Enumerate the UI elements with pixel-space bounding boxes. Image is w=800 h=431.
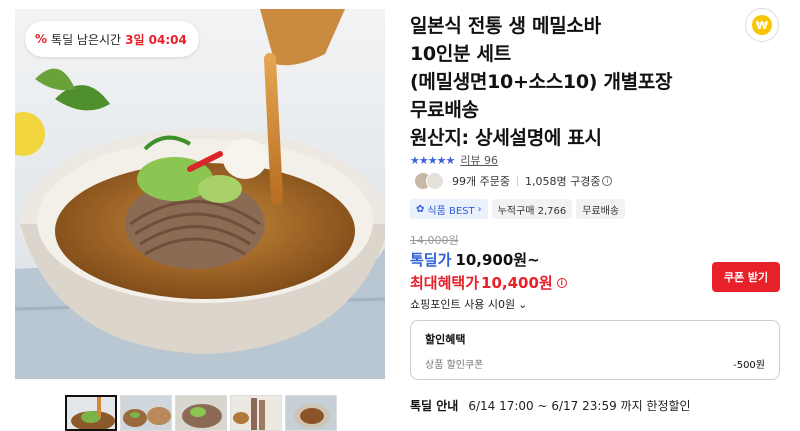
gear-icon: ✿: [416, 203, 425, 215]
coin-icon: ₩: [752, 15, 772, 35]
deal-timer-label: 톡딜 남은시간: [51, 32, 122, 47]
max-benefit-price: 최대혜택가 10,400원 i: [410, 272, 567, 293]
deal-info-value: 6/14 17:00 ~ 6/17 23:59 까지 한정할인: [468, 399, 691, 413]
thumbnail-1[interactable]: [65, 395, 117, 431]
tag-label: 식품 BEST: [427, 205, 475, 217]
viewer-count: 1,058명 구경중: [524, 175, 601, 188]
stats-row: 99개 주문중 1,058명 구경중 i: [414, 172, 613, 190]
chevron-right-icon: ›: [477, 203, 482, 215]
avatar: [426, 172, 444, 190]
point-coin-button[interactable]: ₩: [745, 8, 779, 42]
buyer-avatars: [414, 172, 444, 190]
tag-food-best[interactable]: ✿ 식품 BEST ›: [410, 199, 488, 219]
title-line: 원산지: 상세설명에 표시: [410, 127, 602, 149]
tags-row: ✿ 식품 BEST › 누적구매 2,766 무료배송: [410, 199, 626, 219]
shopping-point-toggle[interactable]: 쇼핑포인트 사용 시0원 ⌄: [410, 296, 527, 312]
soba-bowl-illustration: [15, 9, 385, 379]
thumbnail-3[interactable]: [175, 395, 227, 431]
shopping-point-label: 쇼핑포인트 사용 시0원: [410, 298, 516, 311]
product-title: 일본식 전통 생 메밀소바 10인분 세트 (메밀생면10+소스10) 개별포장…: [410, 12, 740, 152]
tag-cumulative-purchases: 누적구매 2,766: [491, 199, 573, 219]
title-line: 무료배송: [410, 99, 479, 121]
title-line: (메밀생면10+소스10) 개별포장: [410, 71, 673, 93]
title-line: 일본식 전통 생 메밀소바: [410, 15, 601, 37]
order-count: 99개 주문중: [452, 175, 510, 188]
title-line: 10인분 세트: [410, 43, 511, 65]
star-icon: ★★★★★: [410, 153, 455, 167]
max-benefit-label: 최대혜택가: [410, 274, 480, 292]
percent-icon: %: [35, 32, 48, 46]
thumbnail-5[interactable]: [285, 395, 337, 431]
info-icon[interactable]: i: [602, 176, 613, 186]
discount-row-label: 상품 할인쿠폰: [425, 360, 484, 371]
thumbnail-2[interactable]: [120, 395, 172, 431]
discount-row: 상품 할인쿠폰 -500원: [425, 356, 765, 371]
deal-price-value: 10,900원~: [455, 251, 540, 269]
info-icon[interactable]: i: [556, 277, 567, 288]
deal-price-label: 톡딜가: [410, 251, 452, 269]
thumbnail-strip: [65, 395, 337, 431]
discount-benefit-box: 할인혜택 상품 할인쿠폰 -500원: [410, 320, 780, 380]
review-link[interactable]: 리뷰 96: [460, 152, 498, 168]
get-coupon-button[interactable]: 쿠폰 받기: [712, 262, 780, 292]
main-product-image: % 톡딜 남은시간 3일 04:04: [15, 9, 385, 379]
rating-row: ★★★★★ 리뷰 96: [410, 152, 498, 168]
max-benefit-value: 10,400원: [481, 274, 553, 292]
deal-timer-value: 3일 04:04: [125, 32, 187, 47]
discount-row-value: -500원: [733, 360, 765, 371]
discount-header: 할인혜택: [425, 333, 466, 346]
deal-info-label: 톡딜 안내: [410, 399, 459, 413]
deal-price: 톡딜가 10,900원~: [410, 249, 540, 270]
tag-label: 누적구매 2,766: [497, 205, 567, 217]
deal-info: 톡딜 안내 6/14 17:00 ~ 6/17 23:59 까지 한정할인: [410, 397, 691, 414]
original-price: 14,000원: [410, 234, 459, 247]
deal-timer-badge: % 톡딜 남은시간 3일 04:04: [25, 21, 199, 57]
chevron-down-icon: ⌄: [518, 297, 528, 311]
tag-label: 무료배송: [582, 205, 620, 217]
thumbnail-4[interactable]: [230, 395, 282, 431]
tag-free-shipping: 무료배송: [576, 199, 626, 219]
divider: [516, 176, 518, 186]
